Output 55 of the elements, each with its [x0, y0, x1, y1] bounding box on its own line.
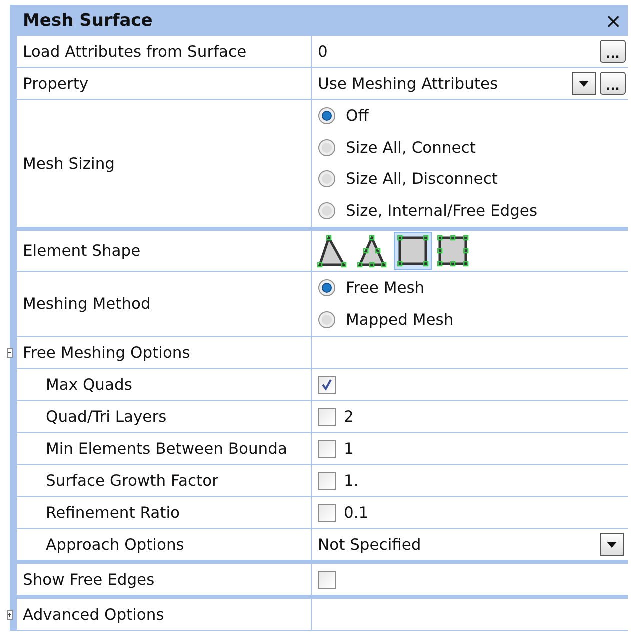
triangle-element-icon [357, 234, 389, 268]
property-label: Quad/Tri Layers [17, 401, 312, 432]
close-button[interactable]: × [605, 8, 622, 32]
radio-button[interactable] [318, 138, 336, 157]
radio-button[interactable] [318, 107, 336, 126]
square-element-icon [397, 234, 429, 268]
checkbox[interactable] [318, 472, 336, 490]
browse-button[interactable]: ... [600, 72, 626, 95]
checkbox[interactable] [318, 440, 336, 458]
dropdown-button[interactable] [600, 533, 624, 556]
property-label: Free Meshing Options [17, 337, 312, 368]
value-text: 1 [344, 440, 355, 458]
collapse-icon[interactable] [7, 348, 13, 358]
value-text: 1. [344, 472, 360, 490]
square-element-icon [437, 234, 469, 268]
radio-button[interactable] [318, 279, 336, 298]
property-label: Approach Options [17, 529, 312, 560]
property-label: Max Quads [17, 369, 312, 400]
property-label: Show Free Edges [17, 564, 312, 595]
property-label: Load Attributes from Surface [17, 36, 312, 67]
radio-label: Size, Internal/Free Edges [346, 202, 538, 220]
property-label: Refinement Ratio [17, 497, 312, 528]
caret-icon [579, 80, 589, 86]
caret-icon [607, 542, 617, 548]
radio-label: Free Mesh [346, 279, 425, 298]
property-label: Advanced Options [17, 599, 312, 630]
property-label: Meshing Method [17, 272, 312, 336]
radio-button[interactable] [318, 170, 336, 188]
panel-title: Mesh Surface [23, 10, 153, 30]
checkbox[interactable] [318, 504, 336, 522]
browse-button[interactable]: ... [600, 40, 626, 63]
radio-label: Size All, Connect [346, 138, 476, 157]
check-icon [321, 378, 333, 390]
property-label: Mesh Sizing [17, 100, 312, 227]
checkbox[interactable] [318, 570, 336, 588]
triangle-element-icon [317, 234, 349, 268]
value-text: 2 [344, 408, 355, 426]
property-label: Min Elements Between Bounda [17, 433, 312, 464]
radio-button[interactable] [318, 202, 336, 220]
value-field[interactable]: 0 ... [312, 36, 628, 67]
property-label: Element Shape [17, 231, 312, 271]
radio-button[interactable] [318, 310, 336, 329]
checkbox[interactable] [318, 408, 336, 426]
property-label: Surface Growth Factor [17, 465, 312, 496]
dropdown-button[interactable] [572, 72, 596, 95]
combo-field[interactable]: Use Meshing Attributes ... [312, 68, 628, 99]
expand-icon[interactable] [7, 610, 13, 620]
element-shape-button[interactable] [394, 232, 432, 270]
checkbox[interactable] [318, 376, 336, 394]
radio-label: Off [346, 107, 369, 126]
radio-label: Mapped Mesh [346, 310, 454, 329]
property-label: Property [17, 68, 312, 99]
radio-label: Size All, Disconnect [346, 170, 498, 188]
value-text: 0.1 [344, 504, 370, 522]
dropdown-field[interactable]: Not Specified [312, 529, 628, 560]
